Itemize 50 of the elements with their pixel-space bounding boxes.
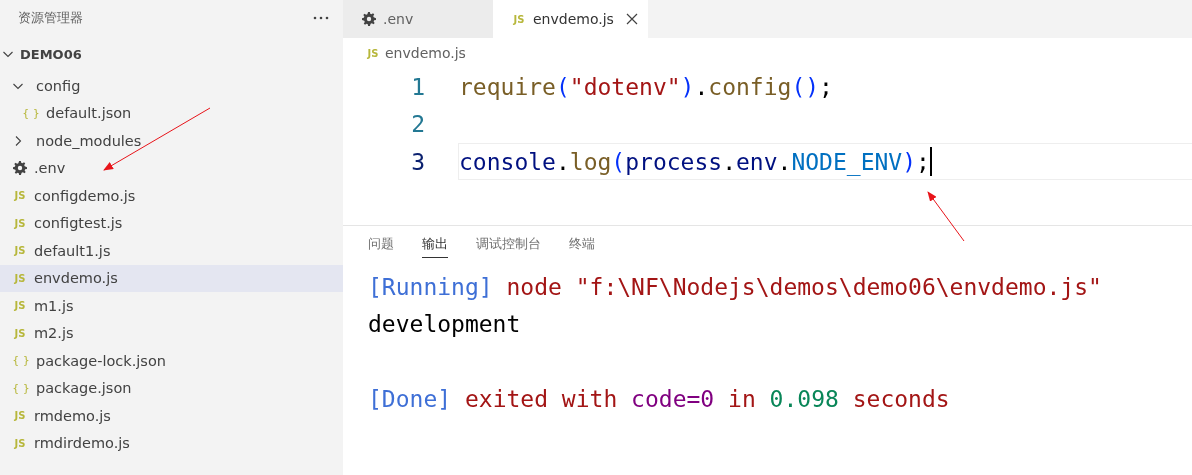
folder-item[interactable]: node_modules xyxy=(0,127,343,155)
gear-icon xyxy=(361,12,377,26)
panel-tab[interactable]: 问题 xyxy=(368,230,394,268)
project-folder-label[interactable]: DEMO06 xyxy=(20,46,82,62)
js-file-icon: JS xyxy=(12,245,28,257)
file-item[interactable]: JS default1.js xyxy=(0,237,343,265)
line-number: 1 xyxy=(410,73,425,100)
file-item[interactable]: JS configtest.js xyxy=(0,209,343,237)
js-file-icon: JS xyxy=(511,13,527,25)
file-item[interactable]: { } package-lock.json xyxy=(0,347,343,375)
js-file-icon: JS xyxy=(12,217,28,229)
text-cursor xyxy=(929,147,932,177)
output-line: development xyxy=(368,311,521,338)
js-file-icon: JS xyxy=(12,190,28,202)
braces-icon: { } xyxy=(12,381,30,395)
js-file-icon: JS xyxy=(12,327,28,339)
file-item[interactable]: JS rmdirdemo.js xyxy=(0,429,343,457)
folder-item[interactable]: config xyxy=(0,72,343,100)
braces-icon: { } xyxy=(22,106,40,120)
file-item[interactable]: JS m1.js xyxy=(0,292,343,320)
panel-tab[interactable]: 输出 xyxy=(422,230,448,258)
file-item[interactable]: { } default.json xyxy=(0,99,343,127)
output-line: [Done] exited with code=0 in 0.098 seconds xyxy=(368,386,950,413)
breadcrumb-item[interactable]: envdemo.js xyxy=(385,45,466,61)
editor-tab[interactable]: JS envdemo.js xyxy=(493,0,648,38)
file-item[interactable]: JS configdemo.js xyxy=(0,182,343,210)
file-item[interactable]: { } package.json xyxy=(0,374,343,402)
js-file-icon: JS xyxy=(365,47,381,59)
editor-tab[interactable]: .env xyxy=(343,0,493,38)
file-item[interactable]: .env xyxy=(0,154,343,182)
file-item[interactable]: JS envdemo.js xyxy=(0,264,343,292)
close-icon[interactable] xyxy=(625,13,638,25)
file-item[interactable]: JS m2.js xyxy=(0,319,343,347)
output-line: [Running] node "f:\NF\Nodejs\demos\demo06\envdemo.js" xyxy=(368,273,1102,300)
panel-tab[interactable]: 调试控制台 xyxy=(476,230,541,268)
annotation-arrow xyxy=(927,191,965,242)
line-number: 3 xyxy=(410,148,425,175)
line-number: 2 xyxy=(410,111,425,138)
js-file-icon: JS xyxy=(12,300,28,312)
braces-icon: { } xyxy=(12,354,30,368)
js-file-icon: JS xyxy=(12,410,28,422)
panel-tab[interactable]: 终端 xyxy=(569,230,595,268)
explorer-title: 资源管理器 xyxy=(18,9,83,27)
current-code-line: console.log(process.env.NODE_ENV); xyxy=(458,143,1192,181)
gear-icon xyxy=(12,161,28,176)
js-file-icon: JS xyxy=(12,437,28,449)
code-line: require("dotenv").config(); xyxy=(458,72,834,102)
file-item[interactable]: JS rmdemo.js xyxy=(0,402,343,430)
js-file-icon: JS xyxy=(12,272,28,284)
more-actions-icon[interactable] xyxy=(313,16,329,20)
